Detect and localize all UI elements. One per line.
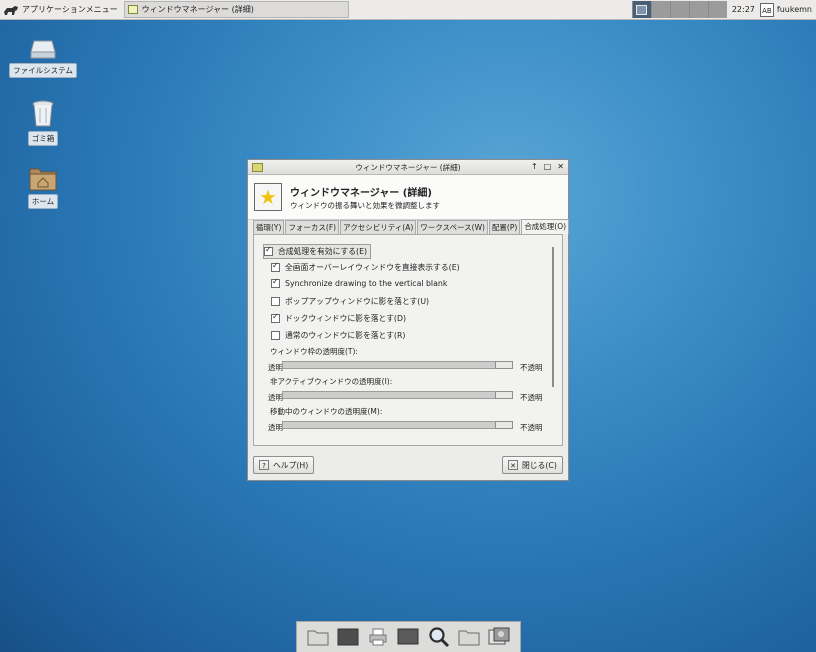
checkbox-box[interactable] <box>271 331 280 340</box>
slider-max-label: 不透明 <box>520 363 543 372</box>
folder-icon <box>307 630 329 646</box>
close-button[interactable]: ✕ 閉じる(C) <box>502 456 563 474</box>
checkbox-box[interactable] <box>271 312 280 323</box>
close-x-icon: ✕ <box>508 460 518 470</box>
dock-image-viewer-icon[interactable] <box>488 627 510 647</box>
option-frame-shadows[interactable]: 通常のウィンドウに影を落とす(R) <box>271 330 405 341</box>
window-manager-tweaks-dialog: ウィンドウマネージャー (詳細) ↑ □ ✕ ★ ウィンドウマネージャー (詳細… <box>247 159 570 481</box>
workspace-window-preview <box>636 4 648 15</box>
help-button[interactable]: ? ヘルプ(H) <box>253 456 315 474</box>
dock-search-icon[interactable] <box>428 627 450 648</box>
checkbox-box[interactable] <box>271 277 280 288</box>
desktop-icon-home[interactable]: ホーム <box>11 165 75 209</box>
slider-handle[interactable] <box>495 361 513 369</box>
desktop-icon-filesystem[interactable]: ファイルシステム <box>9 38 77 78</box>
tab-workspaces[interactable]: ワークスペース(W) <box>417 220 488 234</box>
scrollbar[interactable] <box>552 247 554 387</box>
slider-handle[interactable] <box>495 421 513 429</box>
image-viewer-icon <box>488 627 510 645</box>
frame-opacity-label: ウィンドウ枠の透明度(T): <box>270 347 358 356</box>
checkbox-box[interactable] <box>264 245 273 256</box>
tab-compositor[interactable]: 合成処理(O) <box>521 219 570 234</box>
inactive-opacity-slider[interactable] <box>282 391 513 399</box>
enable-compositing-checkbox[interactable]: 合成処理を有効にする(E) <box>263 244 372 259</box>
user-menu[interactable]: fuukemn <box>777 5 816 14</box>
screen-icon <box>397 628 419 645</box>
tab-bar: 循環(Y) フォーカス(F) アクセシビリティ(A) ワークスペース(W) 配置… <box>253 219 570 234</box>
dialog-subheading: ウィンドウの振る舞いと効果を微調整します <box>290 200 440 210</box>
terminal-icon <box>337 628 359 646</box>
workspace-4-button[interactable] <box>688 1 708 18</box>
frame-opacity-slider[interactable] <box>282 361 513 369</box>
close-icon[interactable]: ✕ <box>557 162 564 171</box>
dialog-titlebar[interactable]: ウィンドウマネージャー (詳細) ↑ □ ✕ <box>248 160 568 175</box>
top-panel: アプリケーションメニュー ウィンドウマネージャー (詳細) 22:27 AB f… <box>0 0 816 20</box>
maximize-icon[interactable]: □ <box>544 162 552 171</box>
workspace-1-button[interactable] <box>631 1 651 18</box>
dock-terminal-icon[interactable] <box>337 627 359 647</box>
dialog-heading: ウィンドウマネージャー (詳細) <box>290 187 432 199</box>
tab-accessibility[interactable]: アクセシビリティ(A) <box>340 220 417 234</box>
inactive-opacity-label: 非アクティブウィンドウの透明度(I): <box>270 377 393 386</box>
desktop-icon-label: ファイルシステム <box>9 63 77 78</box>
checkbox-label: 全画面オーバーレイウィンドウを直接表示する(E) <box>285 263 460 272</box>
window-manager-tweaks-icon <box>127 5 138 14</box>
taskbar-window-label: ウィンドウマネージャー (詳細) <box>141 5 254 14</box>
dock-folder-icon[interactable] <box>307 627 329 647</box>
checkbox-box[interactable] <box>271 261 280 272</box>
workspace-3-button[interactable] <box>669 1 689 18</box>
option-unredirect-fullscreen[interactable]: 全画面オーバーレイウィンドウを直接表示する(E) <box>271 261 460 273</box>
slider-min-label: 透明 <box>268 363 283 372</box>
close-button-label: 閉じる(C) <box>522 460 557 470</box>
shade-icon[interactable]: ↑ <box>531 162 538 171</box>
dock-folder-icon-2[interactable] <box>458 627 480 647</box>
workspace-5-button[interactable] <box>707 1 727 18</box>
dock-screen-icon[interactable] <box>397 627 419 647</box>
slider-min-label: 透明 <box>268 393 283 402</box>
xfce-mouse-icon <box>4 5 18 15</box>
star-wand-icon: ★ <box>254 183 282 211</box>
keyboard-layout-icon[interactable]: AB <box>759 2 774 17</box>
help-icon: ? <box>259 460 269 470</box>
folder-icon <box>458 630 480 646</box>
option-popup-shadows[interactable]: ポップアップウィンドウに影を落とす(U) <box>271 296 429 307</box>
applications-menu-button[interactable]: アプリケーションメニュー <box>0 0 122 19</box>
desktop-icon-label: ゴミ箱 <box>27 131 59 146</box>
tab-placement[interactable]: 配置(P) <box>488 220 521 234</box>
home-folder-icon <box>29 168 57 191</box>
slider-handle[interactable] <box>495 391 513 399</box>
move-opacity-label: 移動中のウィンドウの透明度(M): <box>270 407 383 416</box>
checkbox-box[interactable] <box>271 297 280 306</box>
applications-menu-label: アプリケーションメニュー <box>22 5 118 14</box>
dialog-header: ★ ウィンドウマネージャー (詳細) ウィンドウの振る舞いと効果を微調整します <box>248 175 568 220</box>
clock[interactable]: 22:27 <box>727 5 760 14</box>
drive-icon <box>30 40 56 59</box>
taskbar-window-button[interactable]: ウィンドウマネージャー (詳細) <box>123 1 349 18</box>
checkbox-label: Synchronize drawing to the vertical blan… <box>285 279 448 288</box>
tab-focus[interactable]: フォーカス(F) <box>285 220 340 234</box>
slider-min-label: 透明 <box>268 423 283 432</box>
printer-icon <box>369 628 387 646</box>
tab-cycling[interactable]: 循環(Y) <box>253 220 285 234</box>
desktop-icon-trash[interactable]: ゴミ箱 <box>11 100 75 146</box>
dock-printer-icon[interactable] <box>367 627 389 647</box>
checkbox-label: ドックウィンドウに影を落とす(D) <box>285 314 407 323</box>
dialog-title: ウィンドウマネージャー (詳細) <box>355 162 461 172</box>
bottom-dock <box>296 621 521 652</box>
workspace-2-button[interactable] <box>650 1 670 18</box>
help-button-label: ヘルプ(H) <box>273 460 309 470</box>
slider-max-label: 不透明 <box>520 423 543 432</box>
option-dock-shadows[interactable]: ドックウィンドウに影を落とす(D) <box>271 312 407 324</box>
move-opacity-slider[interactable] <box>282 421 513 429</box>
compositor-panel: 合成処理を有効にする(E) 全画面オーバーレイウィンドウを直接表示する(E) S… <box>253 234 563 446</box>
checkbox-label: 通常のウィンドウに影を落とす(R) <box>285 331 406 340</box>
window-controls: ↑ □ ✕ <box>531 162 564 171</box>
checkbox-label: 合成処理を有効にする(E) <box>278 247 368 256</box>
option-sync-vblank[interactable]: Synchronize drawing to the vertical blan… <box>271 277 448 288</box>
search-icon <box>429 627 449 648</box>
trash-icon <box>32 100 54 127</box>
checkbox-label: ポップアップウィンドウに影を落とす(U) <box>285 297 430 306</box>
slider-max-label: 不透明 <box>520 393 543 402</box>
desktop-icon-label: ホーム <box>27 194 59 209</box>
